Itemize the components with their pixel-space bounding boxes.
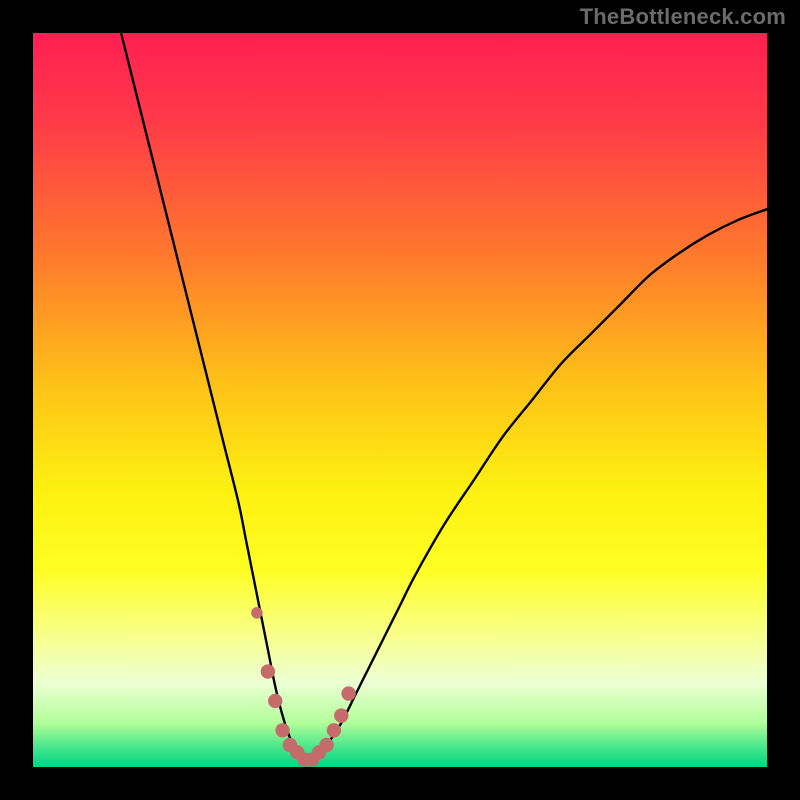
watermark-text: TheBottleneck.com (580, 4, 786, 30)
background-gradient (33, 33, 767, 767)
chart-frame: TheBottleneck.com (0, 0, 800, 800)
plot-area (33, 33, 767, 767)
